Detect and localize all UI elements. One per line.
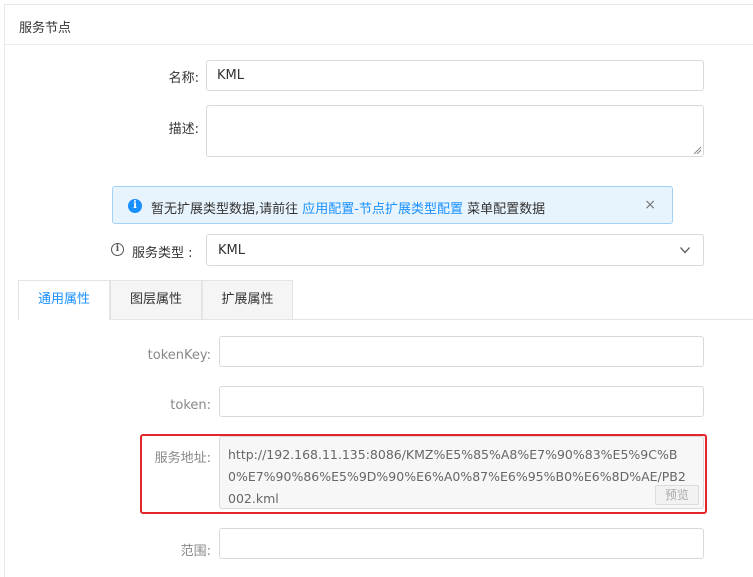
panel-header: 服务节点 <box>5 5 753 45</box>
description-label: 描述: <box>168 122 199 137</box>
description-textarea[interactable] <box>206 105 704 157</box>
panel-title: 服务节点 <box>19 21 72 36</box>
alert-config-link[interactable]: 应用配置-节点扩展类型配置 <box>302 202 463 217</box>
service-type-value: KML <box>218 243 245 258</box>
alert-text-after: 菜单配置数据 <box>462 202 546 217</box>
info-circle-icon: i <box>128 199 142 213</box>
chevron-down-icon <box>680 247 690 254</box>
preview-button[interactable]: 预览 <box>655 485 699 505</box>
name-input[interactable] <box>206 60 704 91</box>
token-label: token: <box>170 398 211 413</box>
name-label: 名称: <box>168 71 199 86</box>
range-label: 范围: <box>180 544 211 559</box>
service-url-value: http://192.168.11.135:8086/KMZ%E5%85%A8%… <box>228 447 686 506</box>
range-input[interactable] <box>219 528 704 559</box>
info-outline-icon: i <box>111 243 124 256</box>
tokenkey-input[interactable] <box>219 336 704 367</box>
close-icon[interactable]: × <box>644 197 656 213</box>
tab-layer-properties[interactable]: 图层属性 <box>110 280 202 320</box>
alert-message: 暂无扩展类型数据,请前往 应用配置-节点扩展类型配置 菜单配置数据 <box>151 198 545 217</box>
service-type-label: 服务类型 : <box>132 246 193 261</box>
tokenkey-label: tokenKey: <box>147 348 211 363</box>
service-type-select[interactable]: KML <box>206 234 704 266</box>
token-input[interactable] <box>219 386 704 417</box>
info-alert: i 暂无扩展类型数据,请前往 应用配置-节点扩展类型配置 菜单配置数据 × <box>112 186 673 224</box>
service-url-label: 服务地址: <box>154 451 211 466</box>
resize-grip-icon[interactable] <box>693 146 701 154</box>
tab-general-properties[interactable]: 通用属性 <box>18 280 110 321</box>
tab-extended-properties[interactable]: 扩展属性 <box>202 280 293 320</box>
alert-text-before: 暂无扩展类型数据,请前往 <box>151 202 303 217</box>
service-url-field[interactable]: http://192.168.11.135:8086/KMZ%E5%85%A8%… <box>219 436 704 509</box>
